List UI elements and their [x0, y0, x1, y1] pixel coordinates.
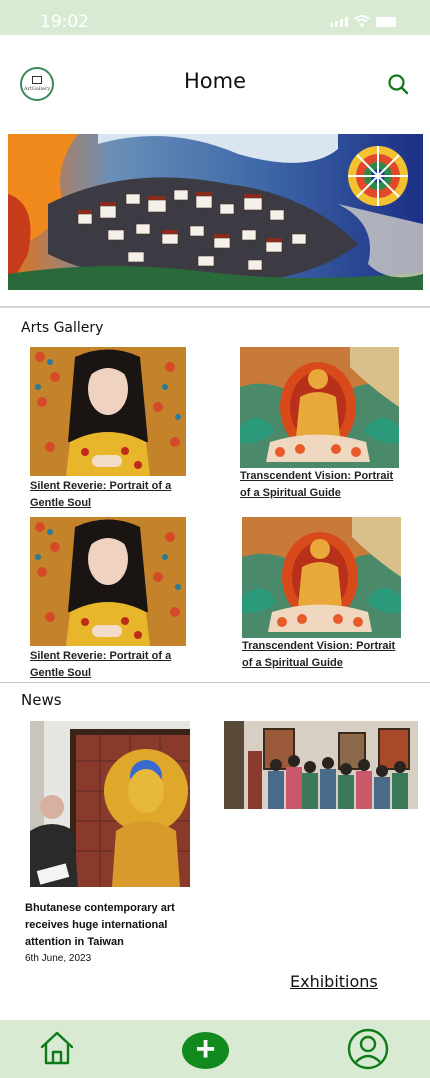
news-headline[interactable]: Bhutanese contemporary art receives huge…	[25, 900, 205, 951]
portrait-woman-image	[30, 517, 186, 646]
divider	[0, 306, 430, 308]
gallery-item[interactable]: Silent Reverie: Portrait of a Gentle Sou…	[30, 517, 186, 682]
search-icon[interactable]	[386, 72, 410, 96]
gallery-item-caption[interactable]: Transcendent Vision: Portrait of a Spiri…	[240, 468, 399, 502]
divider	[0, 682, 430, 683]
battery-icon	[376, 17, 396, 27]
profile-icon[interactable]	[347, 1028, 389, 1070]
status-time: 19:02	[40, 12, 89, 32]
news-date: 6th June, 2023	[25, 953, 92, 964]
wifi-icon	[354, 15, 370, 27]
news-image-artist[interactable]	[30, 721, 190, 887]
news-image-exhibition[interactable]	[224, 721, 418, 809]
thangka-deity-image	[240, 347, 399, 468]
exhibitions-link[interactable]: Exhibitions	[290, 972, 378, 991]
gallery-item-caption[interactable]: Silent Reverie: Portrait of a Gentle Sou…	[30, 648, 186, 682]
gallery-item-caption[interactable]: Silent Reverie: Portrait of a Gentle Sou…	[30, 478, 186, 512]
add-button[interactable]: +	[182, 1032, 229, 1069]
status-bar: 19:02	[0, 0, 430, 35]
gallery-item-caption[interactable]: Transcendent Vision: Portrait of a Spiri…	[242, 638, 401, 672]
signal-icon	[330, 17, 348, 27]
page-title: Home	[183, 69, 246, 93]
landscape-painting	[8, 134, 423, 290]
home-icon[interactable]	[38, 1029, 76, 1067]
status-icons	[330, 15, 396, 27]
arts-gallery-title: Arts Gallery	[21, 320, 104, 336]
bottom-nav: +	[0, 1020, 430, 1078]
news-title: News	[21, 691, 62, 709]
gallery-item[interactable]: Silent Reverie: Portrait of a Gentle Sou…	[30, 347, 186, 512]
gallery-item[interactable]: Transcendent Vision: Portrait of a Spiri…	[240, 347, 399, 502]
gallery-item[interactable]: Transcendent Vision: Portrait of a Spiri…	[242, 517, 401, 672]
portrait-woman-image	[30, 347, 186, 476]
hero-banner-image[interactable]	[8, 134, 423, 290]
app-header: ArtGallery Home	[0, 35, 430, 130]
thangka-deity-image	[242, 517, 401, 638]
add-icon: +	[195, 1030, 216, 1068]
